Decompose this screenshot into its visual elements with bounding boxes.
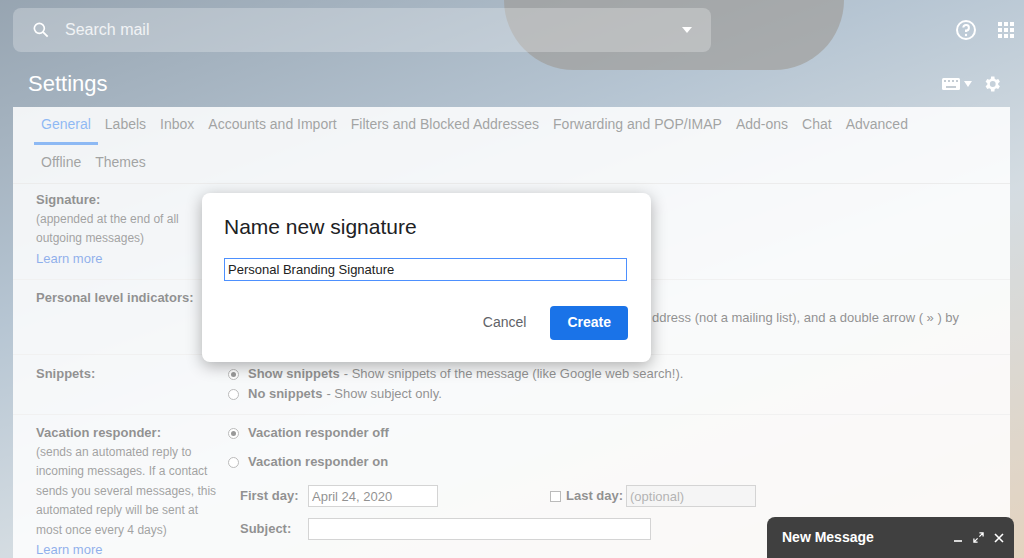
- compose-title: New Message: [782, 527, 943, 548]
- dialog-buttons: Cancel Create: [224, 306, 628, 340]
- cancel-button[interactable]: Cancel: [481, 306, 529, 340]
- dialog-title: Name new signature: [224, 211, 628, 243]
- signature-name-input[interactable]: [224, 258, 627, 281]
- create-button[interactable]: Create: [550, 306, 628, 340]
- close-icon[interactable]: [994, 533, 1004, 543]
- minimize-icon[interactable]: [953, 533, 963, 543]
- compose-window[interactable]: New Message: [767, 517, 1014, 558]
- button-label: Create: [567, 314, 611, 330]
- button-label: Cancel: [483, 314, 527, 330]
- name-signature-dialog: Name new signature Cancel Create: [202, 193, 651, 362]
- expand-icon[interactable]: [973, 532, 984, 543]
